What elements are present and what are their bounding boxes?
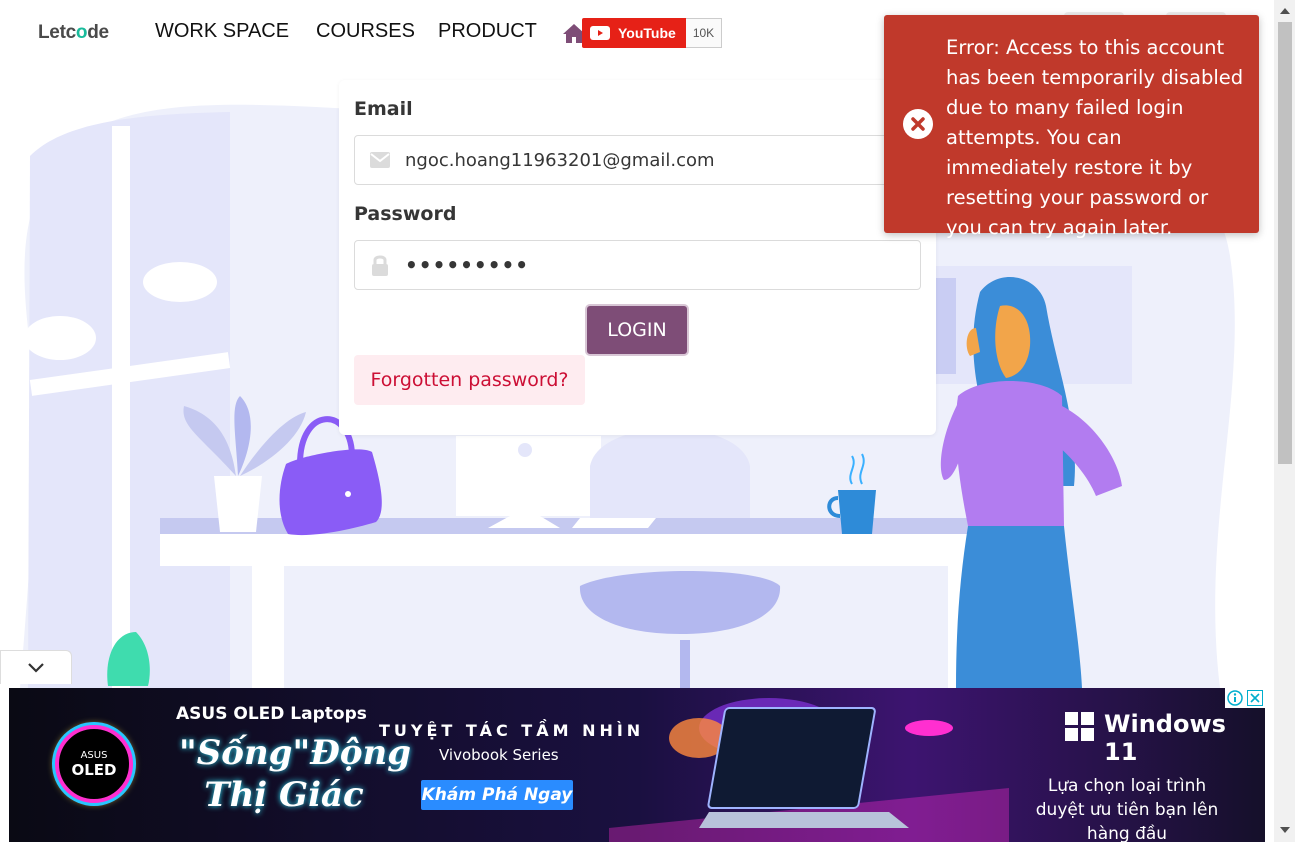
logo-text-o: o [75,22,88,43]
nav-link-courses[interactable]: COURSES [316,20,415,43]
nav-link-workspace[interactable]: WORK SPACE [155,20,289,43]
ad-cta-button[interactable]: Khám Phá Ngay [421,780,573,810]
ad-tagline: TUYỆT TÁC TẦM NHÌN [379,721,645,740]
email-label: Email [354,98,413,120]
login-card: Email ngoc.hoang11963201@gmail.com Passw… [339,80,936,435]
ad-description: Lựa chọn loại trình duyệt ưu tiên bạn lê… [1035,776,1219,842]
scroll-up-arrow-icon[interactable] [1280,8,1290,14]
email-field[interactable]: ngoc.hoang11963201@gmail.com [354,135,921,185]
window-illustration [24,112,231,688]
asus-oled-big-text: OLED [71,760,117,779]
logo-text-end: de [87,22,109,43]
error-message: Error: Access to this account has been t… [946,36,1244,239]
page-scrollbar[interactable] [1274,0,1295,842]
logo-text-start: Letc [38,22,76,43]
youtube-subscribe-widget[interactable]: YouTube 10K [582,18,723,48]
ad-info-icon[interactable] [1227,690,1243,706]
lock-icon [355,254,405,276]
ad-close-icon[interactable] [1247,690,1263,706]
youtube-button[interactable]: YouTube [582,18,686,48]
asus-oled-small-text: ASUS [80,749,108,761]
asus-oled-badge: ASUS OLED [55,725,133,803]
ad-brand: ASUS OLED Laptops [176,704,367,724]
chevron-down-icon [28,662,44,673]
ad-series: Vivobook Series [439,746,559,764]
advertisement-banner[interactable]: ASUS OLED ASUS OLED Laptops "Sống"Động T… [9,688,1265,842]
login-button[interactable]: LOGIN [585,304,689,356]
collapse-ad-button[interactable] [0,650,72,684]
envelope-icon [355,152,405,168]
password-label: Password [354,203,457,225]
forgot-password-link[interactable]: Forgotten password? [354,355,585,405]
youtube-play-icon [590,26,610,40]
password-field[interactable]: ••••••••• [354,240,921,290]
youtube-subscriber-count: 10K [685,18,723,48]
error-toast[interactable]: Error: Access to this account has been t… [884,15,1259,239]
ad-choices [1225,688,1265,708]
scroll-thumb[interactable] [1278,22,1292,464]
ad-windows-text: Windows 11 [1104,710,1226,766]
letcode-logo[interactable]: Letcode [38,22,109,44]
scroll-down-arrow-icon[interactable] [1280,827,1290,833]
email-value: ngoc.hoang11963201@gmail.com [405,149,715,171]
password-value: ••••••••• [405,253,530,277]
nav-link-product[interactable]: PRODUCT [438,20,537,43]
windows-logo-icon [1065,712,1094,741]
youtube-label: YouTube [618,25,676,41]
ad-slogan: "Sống"Động Thị Giác [179,733,412,815]
error-x-circle-icon [903,109,933,139]
